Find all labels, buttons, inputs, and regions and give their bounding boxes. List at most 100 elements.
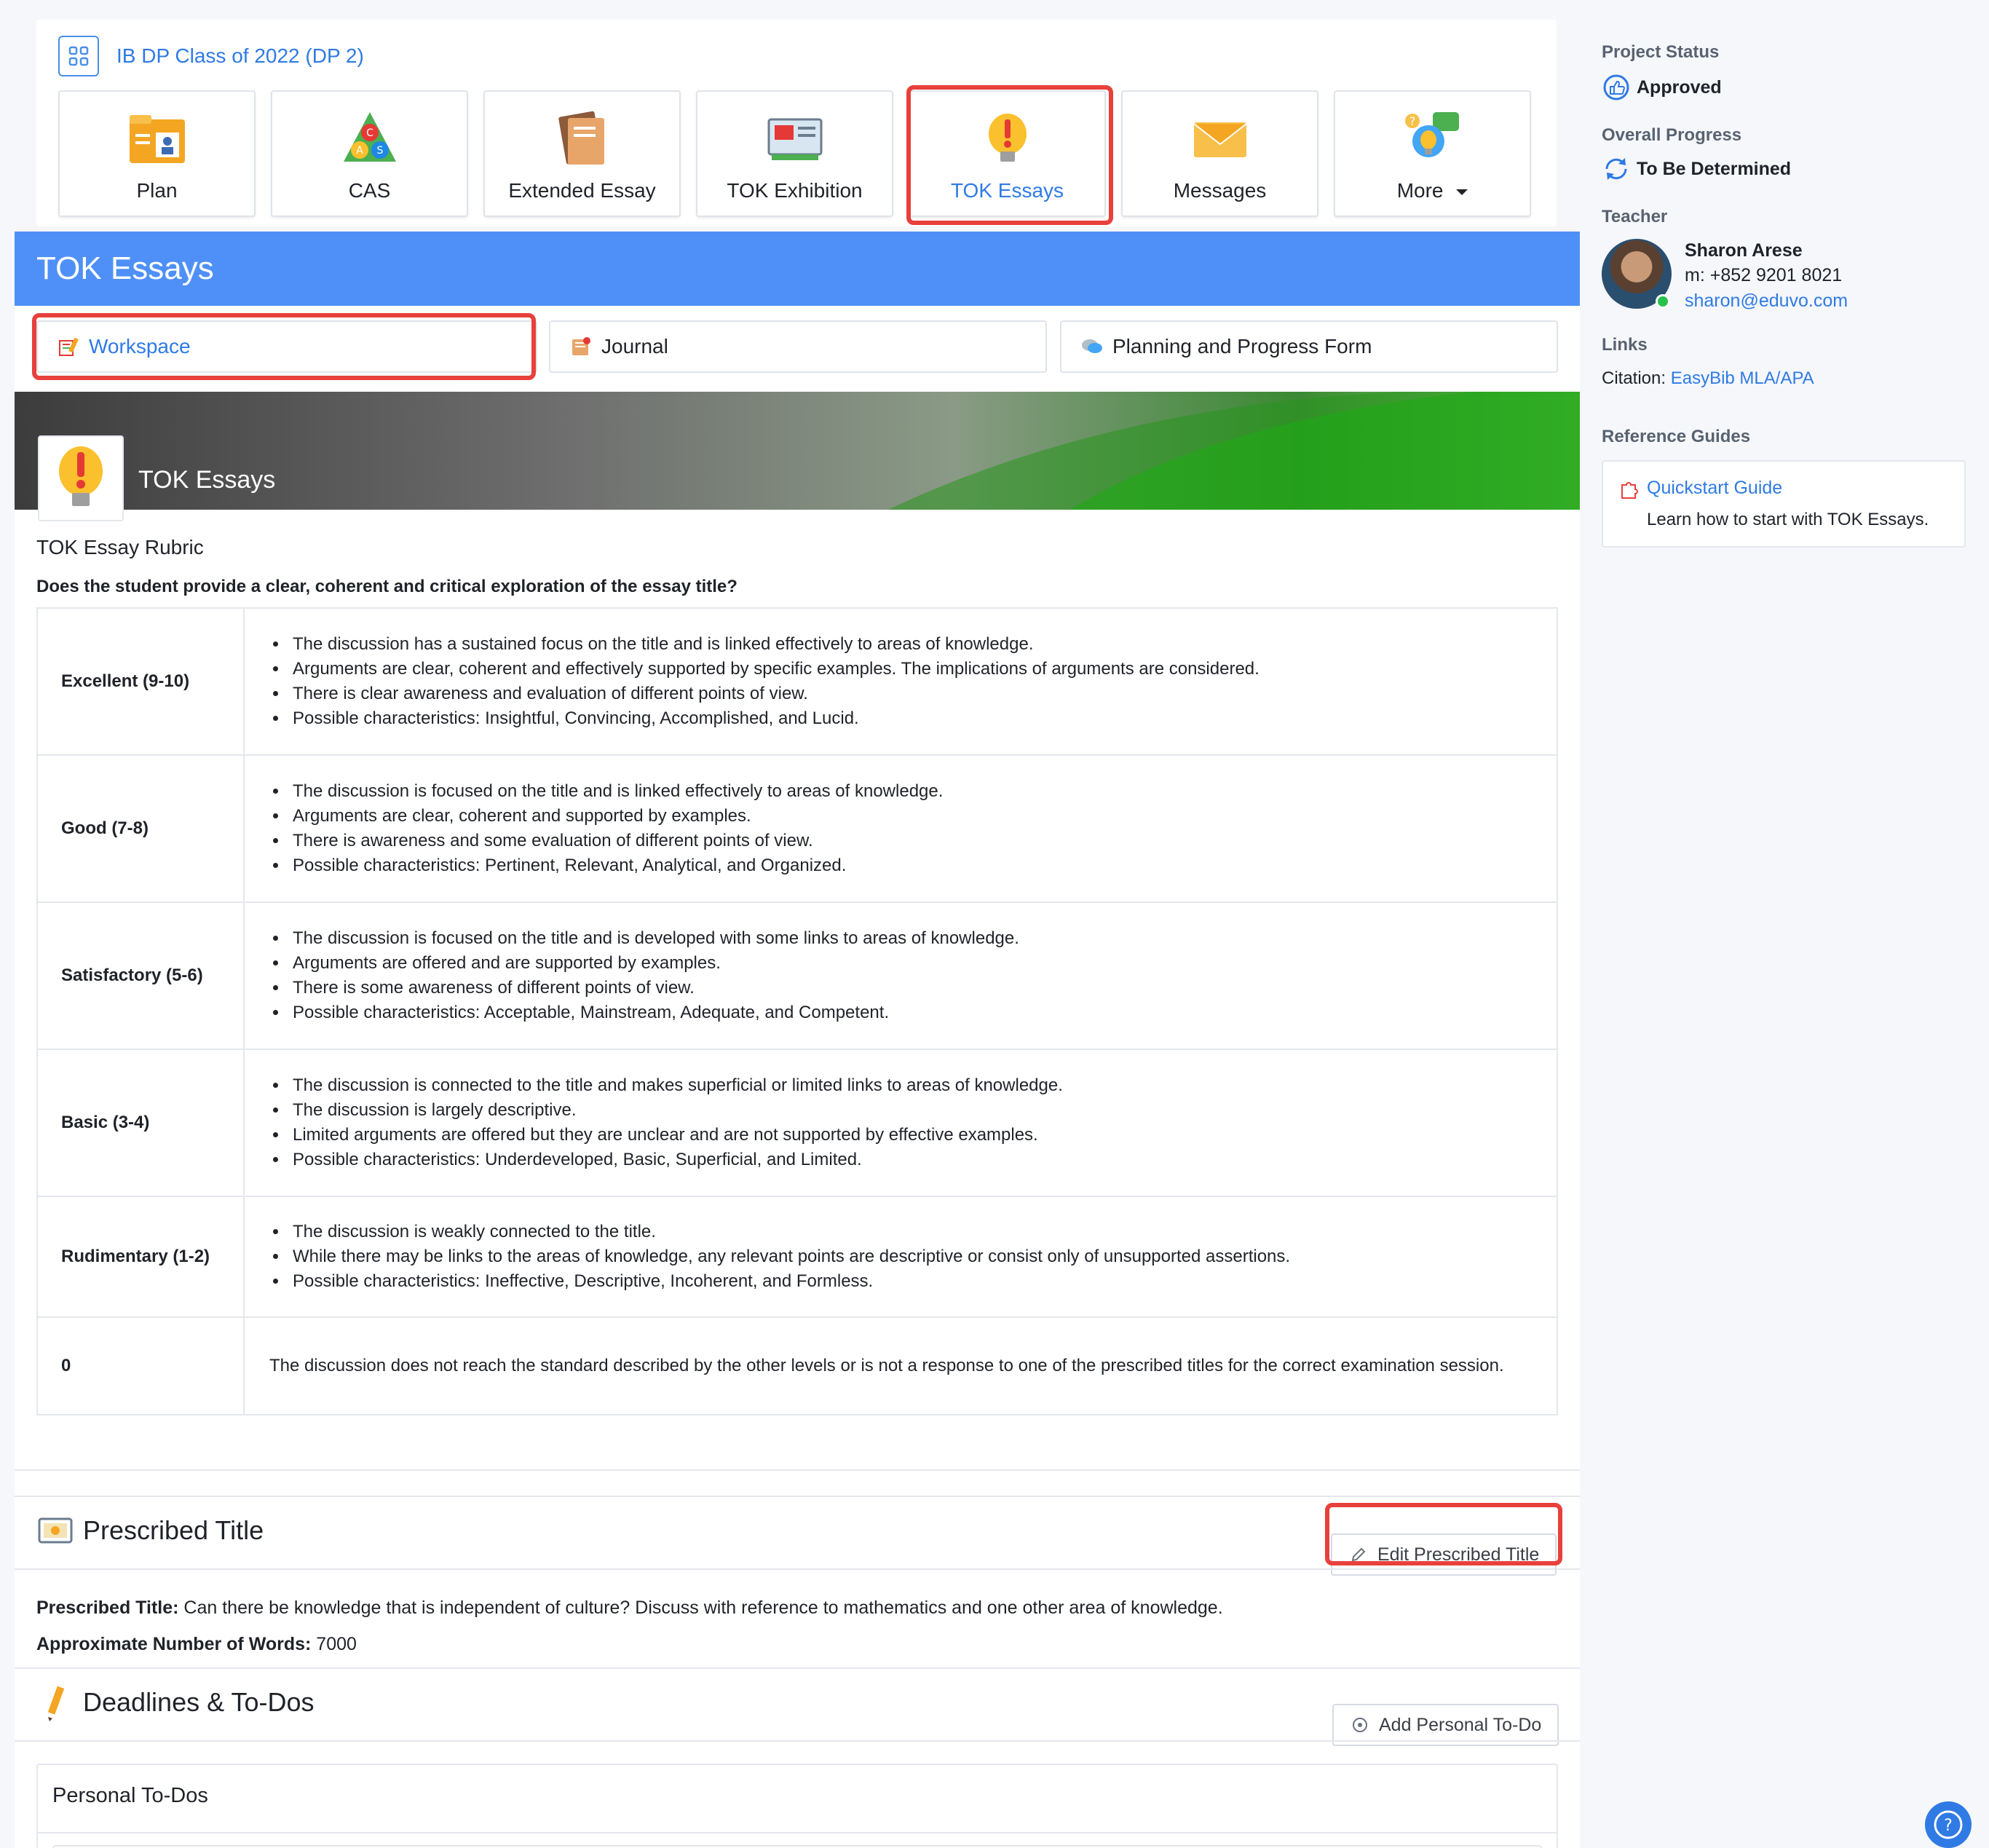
divider [15,1469,1580,1471]
program-tab-label: Messages [1173,179,1267,202]
citation-row: Citation: EasyBib MLA/APA [1602,368,1814,389]
teacher-email-link[interactable]: sharon@eduvo.com [1685,291,1848,312]
reference-guides-label: Reference Guides [1602,427,1751,446]
table-row: Good (7-8) The discussion is focused on … [36,754,1558,903]
lightbulb-chat-icon: ? [1402,108,1463,169]
svg-text:?: ? [1944,1817,1953,1835]
deadlines-heading: Deadlines & To-Dos [36,1683,315,1721]
divider [15,1667,1580,1669]
personal-todos-card: Personal To-Dos [36,1764,1558,1848]
rubric-question: Does the student provide a clear, cohere… [36,577,738,596]
program-tab-cas[interactable]: CAS CAS [271,90,468,217]
list-item: The discussion is focused on the title a… [288,926,1533,951]
add-todo-label: Add Personal To-Do [1379,1714,1542,1735]
list-item: There is some awareness of different poi… [288,976,1533,1000]
list-item: Possible characteristics: Ineffective, D… [288,1269,1533,1294]
prescribed-heading-text: Prescribed Title [83,1515,264,1545]
hero-icon [38,435,124,521]
subtab-workspace[interactable]: Workspace [36,320,537,373]
overall-progress: To Be Determined [1602,154,1791,183]
project-status: Approved [1602,73,1722,102]
svg-text:C: C [366,127,373,139]
svg-text:S: S [376,145,383,157]
right-sidebar: Project Status Approved Overall Progress… [1580,0,1989,1848]
target-icon [1350,1715,1370,1735]
program-tab-extended-essay[interactable]: Extended Essay [483,90,681,217]
subtab-label: Workspace [89,335,191,358]
extended-essay-book-icon [552,108,613,169]
teacher-phone: m: +852 9201 8021 [1685,265,1843,285]
svg-text:A: A [356,145,363,157]
links-label: Links [1602,335,1648,355]
program-tab-tok-essays[interactable]: TOK Essays [909,90,1106,217]
project-status-value: Approved [1637,76,1722,98]
word-count-label: Approximate Number of Words: [36,1634,312,1654]
guide-description: Learn how to start with TOK Essays. [1647,510,1929,529]
program-tab-more[interactable]: ? More [1334,90,1531,217]
table-row: Basic (3-4) The discussion is connected … [36,1049,1558,1197]
list-item: Arguments are clear, coherent and suppor… [288,804,1533,829]
prescribed-title-value: Can there be knowledge that is independe… [183,1598,1223,1618]
svg-text:?: ? [1409,114,1415,128]
table-row: 0 The discussion does not reach the stan… [36,1316,1558,1415]
program-header: IB DP Class of 2022 (DP 2) Plan CAS CAS … [36,20,1557,226]
level-cell: Satisfactory (5-6) [36,901,245,1050]
thumbs-up-icon [1602,73,1631,102]
citation-link[interactable]: EasyBib MLA/APA [1671,368,1814,388]
word-count-row: Approximate Number of Words: 7000 [36,1634,357,1655]
quickstart-guide-link[interactable]: Quickstart Guide [1647,478,1782,499]
subtab-journal[interactable]: Journal [549,320,1047,373]
pencil-color-icon [36,1683,74,1721]
edit-prescribed-label: Edit Prescribed Title [1377,1544,1540,1565]
teacher-label: Teacher [1602,207,1668,226]
list-item: Limited arguments are offered but they a… [288,1123,1533,1148]
divider [15,1568,1580,1570]
prescribed-title-label: Prescribed Title: [36,1598,179,1618]
list-item: The discussion is focused on the title a… [288,779,1533,804]
grid-icon [58,36,99,76]
program-tab-tok-exhibition[interactable]: TOK Exhibition [696,90,893,217]
subtab-planning-progress-form[interactable]: Planning and Progress Form [1060,320,1558,373]
list-item: The discussion is connected to the title… [288,1073,1533,1098]
hero-title: TOK Essays [138,466,276,494]
plan-folder-icon [127,108,188,169]
level-zero-text: The discussion does not reach the standa… [269,1356,1504,1375]
online-status-dot [1656,294,1670,309]
reference-guide-card: Quickstart Guide Learn how to start with… [1602,460,1966,548]
table-row: Rudimentary (1-2) The discussion is weak… [36,1196,1558,1318]
program-tab-label: TOK Essays [950,179,1064,202]
list-item: Arguments are clear, coherent and effect… [288,657,1533,682]
list-item: The discussion is weakly connected to th… [288,1220,1533,1244]
refresh-icon [1602,154,1631,183]
prescribed-title-row: Prescribed Title: Can there be knowledge… [36,1598,1223,1619]
help-button[interactable]: ? [1925,1801,1972,1848]
divider [38,1832,1557,1833]
overall-progress-value: To Be Determined [1637,158,1792,179]
list-item: Possible characteristics: Insightful, Co… [288,706,1533,731]
list-item: There is clear awareness and evaluation … [288,682,1533,706]
tok-exhibition-icon [764,108,826,169]
prescribed-title-heading: Prescribed Title [36,1512,264,1549]
level-cell: Rudimentary (1-2) [36,1196,245,1318]
program-tab-messages[interactable]: Messages [1121,90,1318,217]
list-item: Arguments are offered and are supported … [288,951,1533,976]
puzzle-icon [1619,478,1641,499]
speech-bubbles-icon [1079,333,1105,360]
program-tab-label: Extended Essay [508,179,656,202]
level-cell: Basic (3-4) [36,1049,245,1197]
help-question-icon: ? [1934,1810,1963,1839]
program-tab-label: Plan [136,179,178,202]
class-name[interactable]: IB DP Class of 2022 (DP 2) [116,44,364,68]
certificate-icon [36,1512,74,1549]
list-item: Possible characteristics: Pertinent, Rel… [288,853,1533,878]
divider [15,1740,1580,1742]
class-selector[interactable]: IB DP Class of 2022 (DP 2) [58,36,364,76]
envelope-icon [1190,108,1251,169]
program-tab-label: CAS [348,179,391,202]
rubric-table: Excellent (9-10) The discussion has a su… [36,607,1558,1415]
page-title: TOK Essays [15,232,1580,306]
more-label: More [1396,179,1444,202]
program-tab-plan[interactable]: Plan [58,90,256,217]
list-item: There is awareness and some evaluation o… [288,829,1533,853]
divider [15,1496,1580,1497]
